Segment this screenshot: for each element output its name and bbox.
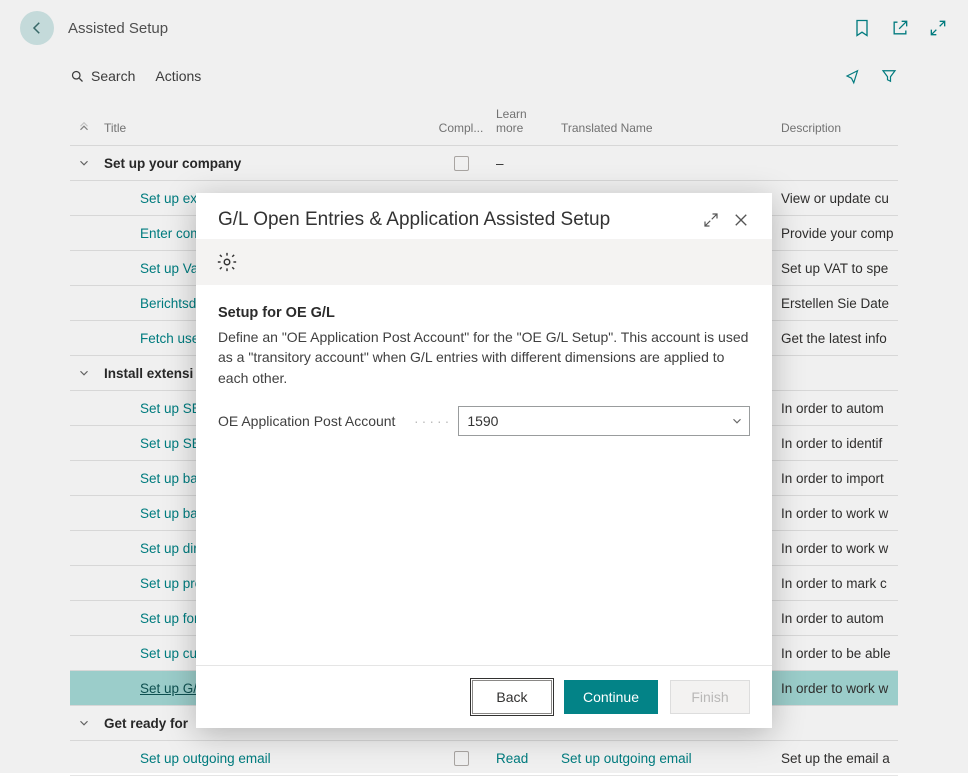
- modal-expand-icon[interactable]: [702, 211, 720, 229]
- finish-button: Finish: [670, 680, 750, 714]
- back-button[interactable]: [20, 11, 54, 45]
- group-row[interactable]: Set up your company –: [70, 146, 898, 181]
- chevron-down-icon[interactable]: [77, 366, 91, 380]
- col-header-completed[interactable]: Compl...: [426, 121, 496, 135]
- collapse-all-icon[interactable]: [77, 121, 91, 135]
- row-description: Set up the email a: [771, 751, 898, 766]
- page-header: Assisted Setup: [0, 0, 968, 56]
- row-description: In order to be able: [771, 646, 898, 661]
- continue-button[interactable]: Continue: [564, 680, 658, 714]
- popout-icon[interactable]: [890, 18, 910, 38]
- back-button[interactable]: Back: [472, 680, 552, 714]
- row-title-link[interactable]: Set up outgoing email: [140, 751, 271, 766]
- row-description: Provide your comp: [771, 226, 898, 241]
- modal-section-text: Define an "OE Application Post Account" …: [218, 327, 750, 388]
- completed-checkbox[interactable]: [454, 751, 469, 766]
- modal-section-title: Setup for OE G/L: [218, 305, 750, 321]
- search-action[interactable]: Search: [70, 68, 135, 84]
- chevron-down-icon[interactable]: [77, 156, 91, 170]
- row-description: In order to import: [771, 471, 898, 486]
- row-description: In order to autom: [771, 611, 898, 626]
- modal-body: Setup for OE G/L Define an "OE Applicati…: [196, 285, 772, 665]
- col-header-description[interactable]: Description: [771, 121, 898, 135]
- field-row: OE Application Post Account ·····: [218, 406, 750, 436]
- row-description: Erstellen Sie Date: [771, 296, 898, 311]
- toolbar: Search Actions: [0, 56, 968, 96]
- bookmark-icon[interactable]: [852, 18, 872, 38]
- group-title: Set up your company: [98, 156, 426, 171]
- row-description: View or update cu: [771, 191, 898, 206]
- table-row[interactable]: Set up outgoing email Read Set up outgoing…: [70, 741, 898, 776]
- chevron-down-icon[interactable]: [730, 414, 744, 428]
- col-header-translated-name[interactable]: Translated Name: [551, 121, 771, 135]
- row-description: In order to mark c: [771, 576, 898, 591]
- translated-name-link[interactable]: Set up outgoing email: [561, 751, 692, 766]
- learn-more-link[interactable]: –: [496, 156, 504, 171]
- assisted-setup-modal: G/L Open Entries & Application Assisted …: [196, 193, 772, 728]
- expand-icon[interactable]: [928, 18, 948, 38]
- share-icon[interactable]: [844, 67, 862, 85]
- row-description: In order to work w: [771, 506, 898, 521]
- field-label: OE Application Post Account: [218, 413, 438, 429]
- modal-footer: Back Continue Finish: [196, 665, 772, 728]
- filter-icon[interactable]: [880, 67, 898, 85]
- chevron-down-icon[interactable]: [77, 716, 91, 730]
- col-header-title[interactable]: Title: [98, 121, 426, 135]
- col-header-learn-more[interactable]: Learn more: [496, 107, 551, 135]
- search-label: Search: [91, 68, 135, 84]
- row-description: Get the latest info: [771, 331, 898, 346]
- actions-menu[interactable]: Actions: [155, 68, 201, 84]
- field-dots: ·····: [414, 413, 452, 429]
- close-icon[interactable]: [732, 211, 750, 229]
- gear-icon[interactable]: [216, 251, 238, 273]
- grid-header: Title Compl... Learn more Translated Nam…: [70, 96, 898, 146]
- modal-titlebar: G/L Open Entries & Application Assisted …: [196, 193, 772, 239]
- search-icon: [70, 69, 85, 84]
- completed-checkbox[interactable]: [454, 156, 469, 171]
- oe-application-post-account-input[interactable]: [458, 406, 750, 436]
- row-description: In order to work w: [771, 541, 898, 556]
- modal-title: G/L Open Entries & Application Assisted …: [218, 209, 690, 231]
- learn-more-link[interactable]: Read: [496, 751, 528, 766]
- modal-gearbar: [196, 239, 772, 285]
- page-title: Assisted Setup: [68, 20, 168, 37]
- row-description: In order to work w: [771, 681, 898, 696]
- row-description: Set up VAT to spe: [771, 261, 898, 276]
- row-description: In order to identif: [771, 436, 898, 451]
- row-description: In order to autom: [771, 401, 898, 416]
